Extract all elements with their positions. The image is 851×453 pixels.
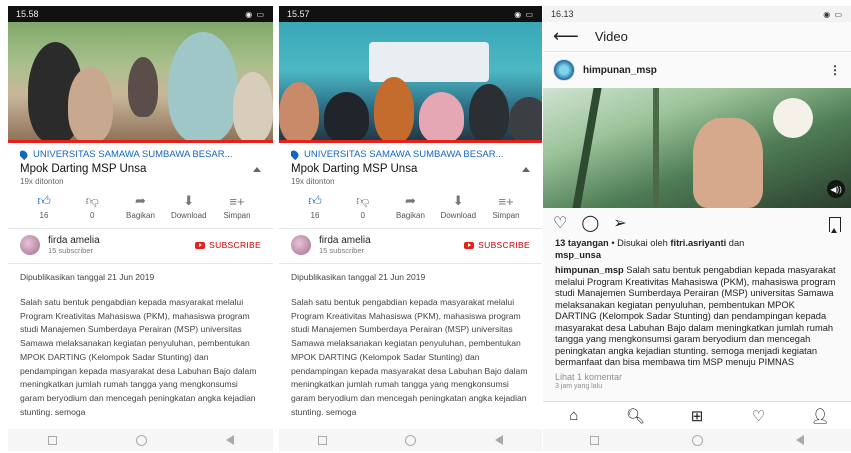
download-icon: ⬇ (452, 193, 464, 208)
location-pin-icon (291, 149, 301, 160)
home-icon[interactable] (691, 434, 703, 446)
publish-date: Dipublikasikan tanggal 21 Jun 2019 (291, 272, 426, 282)
view-count: 19x ditonton (20, 177, 64, 186)
expand-caret-icon[interactable] (522, 166, 530, 172)
youtube-screen-2: 15.57 ◉ ▭ UNIVERSITAS SAMAWA SUMBAWA BES… (279, 6, 542, 451)
share-button[interactable]: ➦ Bagikan (389, 193, 433, 220)
add-post-icon[interactable]: ⊞ (687, 407, 707, 425)
channel-subscribers: 15 subscriber (48, 246, 94, 255)
status-bar: 15.58 ◉ ▭ (8, 6, 273, 22)
page-title: Video (594, 29, 628, 44)
video-title: Mpok Darting MSP Unsa (20, 163, 147, 175)
download-button[interactable]: ⬇ Download (436, 193, 480, 220)
save-button[interactable]: ≡+ Simpan (215, 193, 259, 221)
download-button[interactable]: ⬇ Download (167, 193, 211, 220)
post-time: 3 jam yang lalu (555, 382, 603, 390)
share-icon: ➦ (135, 193, 146, 208)
status-icons: ◉ ▭ (245, 9, 265, 19)
channel-name[interactable]: firda amelia (48, 235, 195, 246)
share-button[interactable]: ➦ Bagikan (119, 193, 163, 220)
publish-date: Dipublikasikan tanggal 21 Jun 2019 (20, 272, 155, 282)
video-description: Salah satu bentuk pengabdian kepada masy… (20, 297, 257, 417)
recent-apps-icon[interactable] (589, 435, 599, 445)
video-player[interactable] (279, 22, 542, 143)
channel-avatar[interactable] (291, 235, 311, 255)
back-icon[interactable] (796, 435, 805, 445)
status-time: 15.57 (287, 9, 310, 19)
profile-avatar[interactable] (553, 59, 575, 81)
back-icon[interactable] (225, 435, 234, 445)
back-arrow-icon[interactable]: ⟵ (553, 26, 579, 47)
subscribe-button[interactable]: SUBSCRIBE (195, 240, 261, 250)
video-player[interactable] (8, 22, 273, 143)
add-to-playlist-icon: ≡+ (229, 193, 245, 209)
volume-icon[interactable]: ◀)) (827, 180, 845, 198)
expand-caret-icon[interactable] (253, 166, 261, 172)
status-icons: ◉ ▭ (514, 9, 534, 19)
search-icon[interactable]: 🔍︎ (625, 407, 645, 425)
video-progress-bar[interactable] (8, 140, 273, 143)
home-icon[interactable] (405, 434, 417, 446)
home-tab-icon[interactable]: ⌂ (564, 407, 584, 424)
thumbs-up-icon: 👍︎ (308, 193, 322, 208)
channel-avatar[interactable] (20, 235, 40, 255)
post-caption: himpunan_msp Salah satu bentuk pengabdia… (555, 265, 836, 367)
thumbs-down-icon: 👎︎ (85, 193, 99, 208)
subscribe-button[interactable]: SUBSCRIBE (464, 240, 530, 250)
bookmark-icon[interactable] (829, 216, 841, 233)
channel-name[interactable]: firda amelia (319, 235, 464, 246)
android-nav-bar (543, 429, 851, 451)
like-button[interactable]: 👍︎ 16 (22, 193, 66, 220)
post-video[interactable]: ◀)) (543, 88, 851, 208)
add-to-playlist-icon: ≡+ (498, 193, 514, 209)
post-username[interactable]: himpunan_msp (583, 65, 829, 76)
home-icon[interactable] (135, 434, 147, 446)
youtube-logo-icon (195, 241, 206, 249)
share-icon: ➦ (405, 193, 416, 208)
download-icon: ⬇ (183, 193, 195, 208)
channel-subscribers: 15 subscriber (319, 246, 365, 255)
status-bar: 15.57 ◉ ▭ (279, 6, 542, 22)
activity-heart-icon[interactable]: ♡ (749, 407, 769, 425)
video-description: Salah satu bentuk pengabdian kepada masy… (291, 297, 528, 417)
instagram-tab-bar: ⌂ 🔍︎ ⊞ ♡ 👤︎ (543, 401, 851, 429)
location-pin-icon (20, 149, 30, 160)
video-title: Mpok Darting MSP Unsa (291, 163, 418, 175)
back-icon[interactable] (494, 435, 503, 445)
video-location[interactable]: UNIVERSITAS SAMAWA SUMBAWA BESAR... (291, 149, 530, 160)
dislike-button[interactable]: 👎︎ 0 (341, 193, 385, 220)
dislike-button[interactable]: 👎︎ 0 (70, 193, 114, 220)
save-button[interactable]: ≡+ Simpan (484, 193, 528, 221)
android-nav-bar (279, 429, 542, 451)
like-button[interactable]: 👍︎ 16 (293, 193, 337, 220)
status-time: 15.58 (16, 9, 39, 19)
heart-icon[interactable]: ♡ (553, 216, 567, 232)
status-icons: ◉ ▭ (823, 9, 843, 19)
android-nav-bar (8, 429, 273, 451)
status-bar: 16.13 ◉ ▭ (543, 6, 851, 22)
video-progress-bar[interactable] (279, 140, 542, 143)
profile-icon[interactable]: 👤︎ (810, 407, 830, 425)
youtube-logo-icon (464, 241, 475, 249)
send-icon[interactable]: ➢ (613, 216, 626, 232)
more-options-icon[interactable]: ⋮ (829, 63, 841, 77)
comment-icon[interactable]: ◯ (581, 216, 599, 232)
view-count: 19x ditonton (291, 177, 335, 186)
recent-apps-icon[interactable] (47, 435, 57, 445)
status-time: 16.13 (551, 9, 574, 19)
video-location[interactable]: UNIVERSITAS SAMAWA SUMBAWA BESAR... (20, 149, 261, 160)
thumbs-up-icon: 👍︎ (37, 193, 51, 208)
youtube-screen-1: 15.58 ◉ ▭ UNIVERSITAS SAMAWA SUMBAWA BES… (8, 6, 273, 451)
likes-summary: 13 tayangan • Disukai oleh fitri.asriyan… (555, 238, 745, 260)
view-comments-link[interactable]: Lihat 1 komentar (543, 369, 851, 382)
instagram-screen: 16.13 ◉ ▭ ⟵ Video himpunan_msp ⋮ ◀)) ♡ ◯… (543, 6, 851, 451)
recent-apps-icon[interactable] (318, 435, 328, 445)
thumbs-down-icon: 👎︎ (356, 193, 370, 208)
